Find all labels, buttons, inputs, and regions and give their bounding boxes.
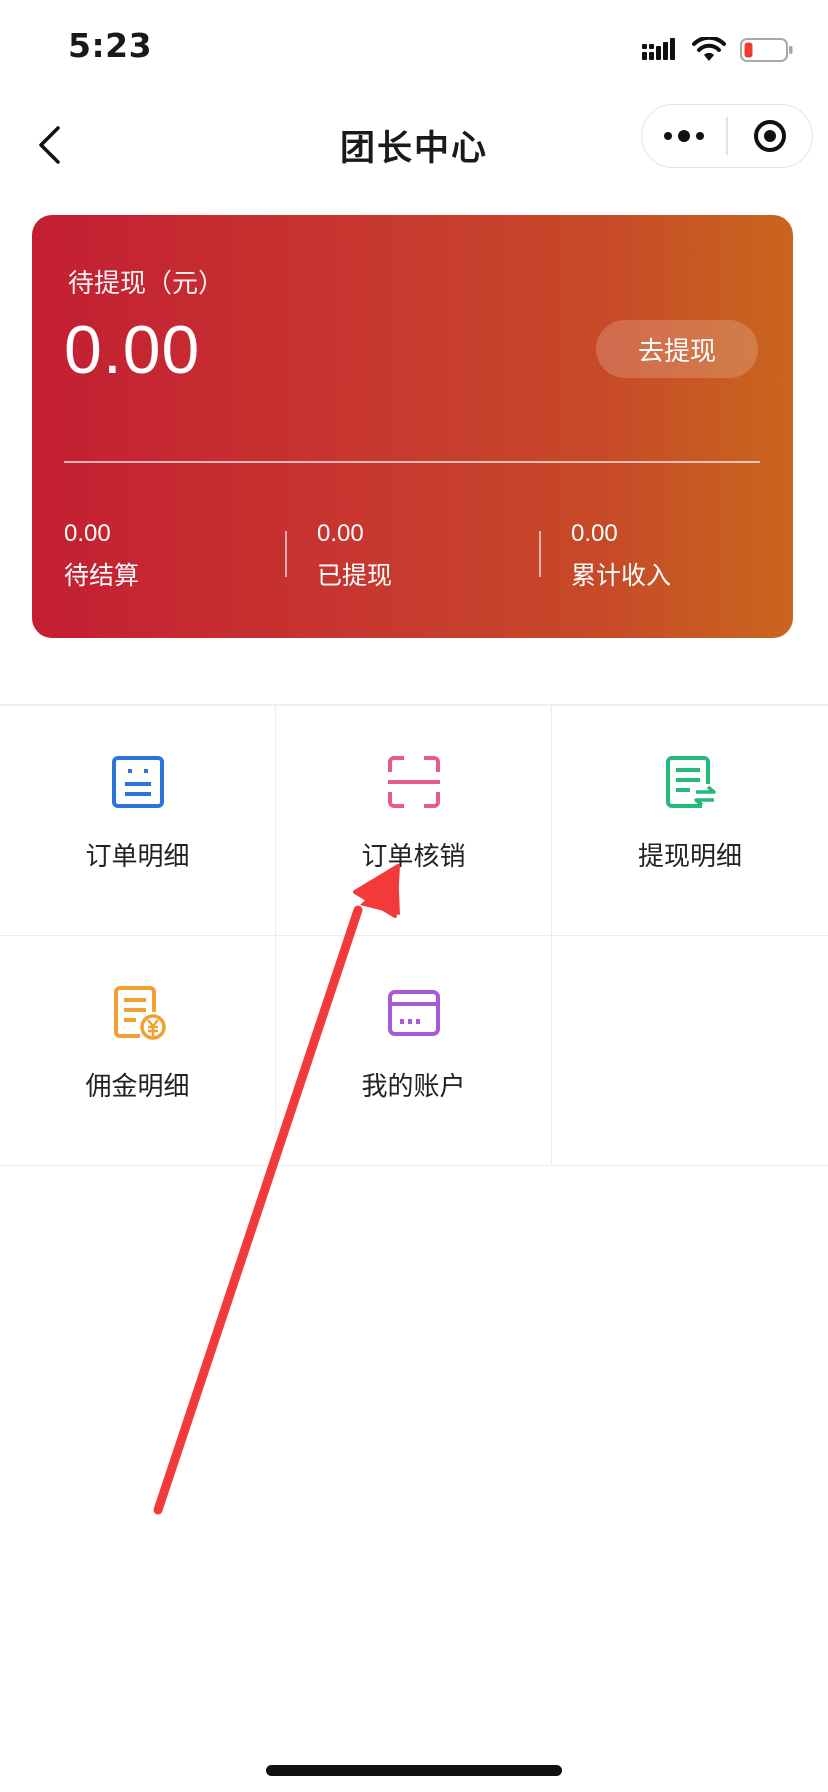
stat-value: 0.00 (64, 520, 111, 547)
target-circle-icon (753, 120, 786, 152)
stat-separator (539, 531, 541, 577)
menu-my-account[interactable]: 我的账户 (276, 936, 552, 1166)
order-detail-icon (112, 756, 164, 808)
withdraw-button[interactable]: 去提现 (596, 320, 758, 378)
stat-label: 累计收入 (571, 561, 672, 590)
menu-label: 我的账户 (361, 1072, 466, 1102)
commission-detail-icon (114, 986, 166, 1040)
balance-card: 待提现（元） 0.00 去提现 0.00 待结算 0.00 已提现 0.00 累… (32, 215, 793, 638)
account-card-icon (388, 990, 440, 1036)
more-button[interactable] (642, 105, 726, 167)
menu-commission-detail[interactable]: 佣金明细 (0, 936, 276, 1166)
pending-withdraw-amount: 0.00 (64, 312, 201, 388)
status-time: 5:23 (68, 26, 153, 65)
stat-separator (285, 531, 287, 577)
home-indicator (266, 1765, 562, 1776)
cellular-signal-icon (642, 38, 675, 60)
card-divider (64, 461, 760, 463)
close-mini-program-button[interactable] (728, 105, 812, 167)
menu-label: 订单核销 (361, 842, 466, 872)
stat-label: 已提现 (317, 561, 393, 590)
status-icons (642, 34, 794, 66)
stat-pending-settlement: 0.00 待结算 (64, 520, 314, 592)
nav-bar: 团长中心 (0, 100, 828, 190)
scan-icon (388, 756, 440, 808)
mini-program-capsule (641, 104, 813, 168)
menu-grid: 订单明细 订单核销 提现明细 佣金明细 我的账户 (0, 704, 828, 1170)
stat-value: 0.00 (317, 520, 364, 547)
stat-label: 待结算 (64, 561, 140, 590)
menu-order-detail[interactable]: 订单明细 (0, 706, 276, 936)
wifi-icon (692, 37, 726, 61)
menu-label: 提现明细 (637, 842, 742, 872)
menu-label: 佣金明细 (85, 1072, 190, 1102)
menu-label: 订单明细 (85, 842, 190, 872)
stat-total-income: 0.00 累计收入 (571, 520, 793, 592)
more-dots-icon (664, 130, 705, 142)
menu-order-verification[interactable]: 订单核销 (276, 706, 552, 936)
withdraw-detail-icon (666, 756, 716, 808)
stat-withdrawn: 0.00 已提现 (317, 520, 567, 592)
battery-low-icon (740, 38, 793, 62)
status-bar: 5:23 (0, 0, 828, 100)
menu-withdraw-detail[interactable]: 提现明细 (552, 706, 828, 936)
group-leader-center-page: 5:23 团长中心 待提现（元） 0.00 去提现 0.00 待结算 0.00 … (0, 0, 828, 1792)
pending-withdraw-label: 待提现（元） (68, 269, 225, 299)
stat-value: 0.00 (571, 520, 618, 547)
menu-empty-cell (552, 936, 828, 1166)
